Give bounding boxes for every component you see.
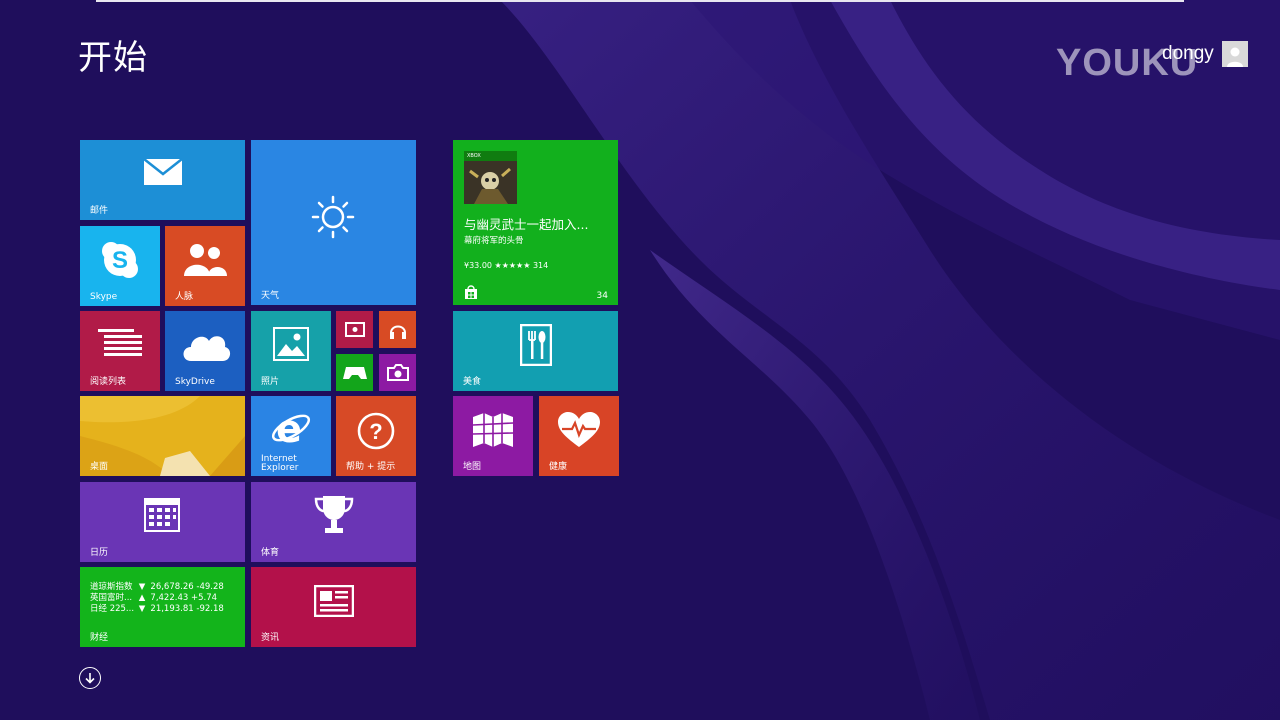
finance-change: -92.18 [196, 604, 224, 614]
tile-photos-label: 照片 [261, 377, 280, 387]
trophy-icon [314, 496, 354, 533]
tile-people-label: 人脉 [175, 292, 194, 302]
tile-reading-list[interactable]: 阅读列表 [80, 311, 160, 391]
video-icon [345, 322, 365, 337]
tile-help-label: 帮助 + 提示 [346, 462, 396, 472]
tile-mail[interactable]: 邮件 [80, 140, 245, 220]
tile-health-label: 健康 [549, 462, 568, 472]
tile-skydrive[interactable]: SkyDrive [165, 311, 245, 391]
user-name: dongy [1162, 43, 1214, 64]
user-account[interactable]: dongy [1162, 40, 1248, 68]
store-update-count: 34 [596, 291, 608, 301]
mail-icon [143, 158, 183, 185]
heart-pulse-icon [558, 412, 600, 447]
xbox-controller-icon [343, 367, 367, 379]
tile-ie-label-line2: Explorer [261, 463, 299, 473]
tile-finance-label: 财经 [90, 633, 109, 643]
news-icon [314, 585, 354, 617]
finance-row: 日经 225... ▼ 21,193.81 -92.18 [90, 602, 224, 614]
game-thumbnail: XBOX [464, 151, 517, 204]
tile-help-tips[interactable]: ? 帮助 + 提示 [336, 396, 416, 476]
all-apps-button[interactable] [79, 667, 101, 689]
tile-photos[interactable]: 照片 [251, 311, 331, 391]
tile-skype[interactable]: S Skype [80, 226, 160, 306]
start-title: 开始 [78, 38, 148, 78]
tile-internet-explorer[interactable]: e Internet Explorer [251, 396, 331, 476]
internet-explorer-icon: e [271, 408, 311, 448]
tile-news[interactable]: 资讯 [251, 567, 416, 647]
tile-people[interactable]: 人脉 [165, 226, 245, 306]
tile-health[interactable]: 健康 [539, 396, 619, 476]
reading-list-icon [98, 329, 142, 356]
tile-maps-label: 地图 [463, 462, 482, 472]
tile-video[interactable] [336, 311, 373, 348]
sun-icon [311, 195, 355, 239]
tile-ie-label: Internet Explorer [261, 455, 298, 473]
svg-text:e: e [276, 408, 302, 448]
tile-desktop-label: 桌面 [90, 462, 109, 472]
people-icon [184, 244, 227, 276]
calendar-icon [144, 498, 180, 532]
finance-value: 21,193.81 [150, 604, 194, 614]
arrow-down-icon [85, 673, 95, 684]
xbox-badge-text: XBOX [467, 153, 481, 159]
xbox-badge: XBOX [464, 151, 517, 161]
store-title: 与幽灵武士一起加入... [464, 217, 589, 232]
store-price-rating: ¥33.00 ★★★★★ 314 [464, 261, 549, 270]
tile-skydrive-label: SkyDrive [175, 377, 215, 387]
help-icon: ? [357, 412, 395, 450]
store-subtitle: 幕府将军的头骨 [464, 236, 524, 246]
tile-sports-label: 体育 [261, 548, 280, 558]
tile-camera[interactable] [379, 354, 416, 391]
cloud-icon [183, 336, 231, 361]
finance-index-name: 日经 225... [90, 604, 135, 614]
top-progress-bar [96, 0, 1184, 2]
skype-icon: S [102, 242, 138, 278]
tile-food[interactable]: 美食 [453, 311, 618, 391]
camera-icon [387, 364, 409, 381]
finance-arrow: ▼ [138, 604, 146, 614]
tile-news-label: 资讯 [261, 633, 280, 643]
tile-desktop[interactable]: 桌面 [80, 396, 245, 476]
tile-mail-label: 邮件 [90, 206, 109, 216]
tile-weather[interactable]: 天气 [251, 140, 416, 305]
tile-games[interactable] [336, 354, 373, 391]
tile-sports[interactable]: 体育 [251, 482, 416, 562]
map-icon [472, 413, 514, 447]
tile-finance[interactable]: 道琼斯指数 ▼ 26,678.26 -49.28 英国富时... ▲ 7,422… [80, 567, 245, 647]
tile-food-label: 美食 [463, 377, 482, 387]
tile-music[interactable] [379, 311, 416, 348]
tile-weather-label: 天气 [261, 291, 280, 301]
headphones-icon [390, 325, 406, 339]
tile-calendar-label: 日历 [90, 548, 109, 558]
tile-maps[interactable]: 地图 [453, 396, 533, 476]
tile-skype-label: Skype [90, 292, 118, 302]
user-avatar-icon [1221, 41, 1248, 67]
photos-icon [273, 327, 309, 361]
svg-text:?: ? [369, 419, 382, 444]
store-bag-icon [465, 285, 477, 299]
fork-knife-icon [520, 324, 552, 366]
svg-text:S: S [112, 247, 128, 274]
game-artwork [464, 161, 517, 204]
tile-store[interactable]: XBOX 与幽灵武士一起加入... 幕府将军的头骨 ¥33.00 ★★★★★ 3… [453, 140, 618, 305]
tile-calendar[interactable]: 日历 [80, 482, 245, 562]
tile-reading-list-label: 阅读列表 [90, 377, 127, 387]
